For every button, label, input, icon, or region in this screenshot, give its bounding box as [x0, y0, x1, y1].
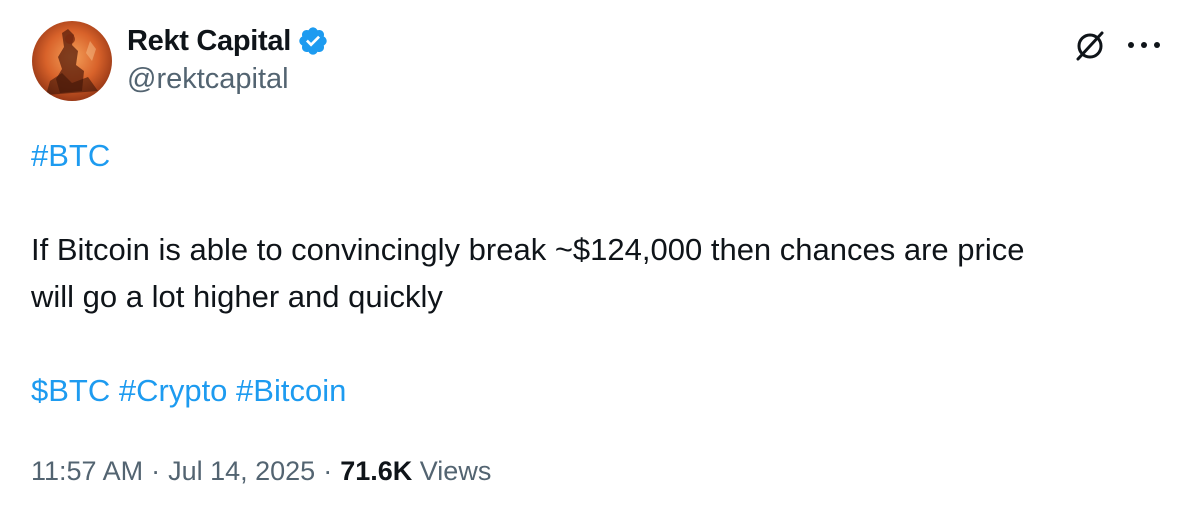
- more-dot: [1141, 42, 1147, 48]
- hashtag-link[interactable]: #BTC: [31, 138, 110, 173]
- avatar-image: [32, 21, 112, 101]
- tweet-text-line: If Bitcoin is able to convincingly break…: [31, 232, 1025, 267]
- grok-slash-circle-icon[interactable]: [1072, 28, 1108, 64]
- more-dot: [1128, 42, 1134, 48]
- tweet-time[interactable]: 11:57 AM: [31, 456, 143, 486]
- tweet-tags-line: $BTC #Crypto #Bitcoin: [31, 368, 346, 414]
- more-dot: [1154, 42, 1160, 48]
- more-horizontal-icon[interactable]: [1128, 30, 1160, 60]
- views-count[interactable]: 71.6K: [340, 456, 412, 486]
- author-handle[interactable]: @rektcapital: [127, 63, 289, 96]
- tweet-meta: 11:57 AM · Jul 14, 2025 · 71.6K Views: [31, 449, 491, 493]
- cashtag-link[interactable]: $BTC: [31, 373, 110, 408]
- hashtag-link[interactable]: #Crypto: [119, 373, 228, 408]
- views-label: Views: [419, 456, 492, 486]
- tweet-text-line: will go a lot higher and quickly: [31, 279, 443, 314]
- author-name-row: Rekt Capital: [127, 22, 329, 60]
- avatar[interactable]: [32, 21, 112, 101]
- meta-separator: ·: [151, 456, 161, 486]
- tweet-date[interactable]: Jul 14, 2025: [168, 456, 315, 486]
- hashtag-link[interactable]: #Bitcoin: [236, 373, 346, 408]
- tweet-text-hashtag-line: #BTC: [31, 133, 110, 179]
- tweet-card: Rekt Capital @rektcapital #BTC If Bitcoi…: [0, 0, 1194, 522]
- author-display-name[interactable]: Rekt Capital: [127, 25, 291, 58]
- verified-badge-icon[interactable]: [297, 25, 329, 57]
- meta-separator: ·: [323, 456, 333, 486]
